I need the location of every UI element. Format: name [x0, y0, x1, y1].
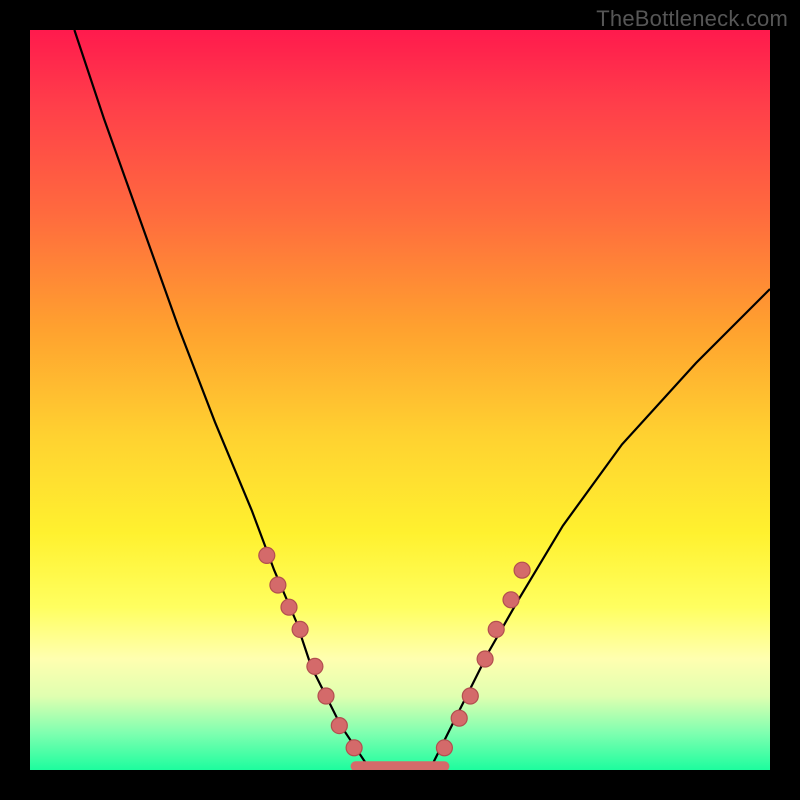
highlight-dot — [259, 547, 275, 563]
highlight-dot — [462, 688, 478, 704]
highlight-dot — [503, 592, 519, 608]
highlight-dot — [346, 740, 362, 756]
highlight-dot — [451, 710, 467, 726]
highlight-dots — [259, 547, 530, 755]
stage: TheBottleneck.com — [0, 0, 800, 800]
gradient-plot — [30, 30, 770, 770]
highlight-dot — [270, 577, 286, 593]
highlight-dot — [477, 651, 493, 667]
right-curve — [430, 289, 770, 770]
highlight-dot — [331, 718, 347, 734]
highlight-dot — [436, 740, 452, 756]
highlight-dot — [281, 599, 297, 615]
highlight-dot — [292, 621, 308, 637]
highlight-dot — [307, 658, 323, 674]
highlight-dot — [514, 562, 530, 578]
watermark-text: TheBottleneck.com — [596, 6, 788, 32]
left-curve — [74, 30, 370, 770]
highlight-dot — [318, 688, 334, 704]
curve-layer — [30, 30, 770, 770]
highlight-dot — [488, 621, 504, 637]
